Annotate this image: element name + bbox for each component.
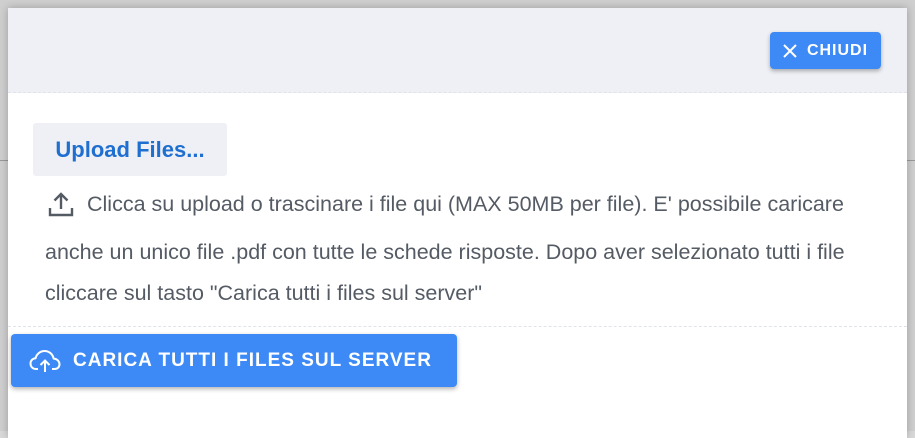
close-icon xyxy=(783,43,797,58)
close-button-label: CHIUDI xyxy=(806,41,869,59)
cloud-upload-icon xyxy=(29,349,61,372)
instructions-text: Clicca su upload o trascinare i file qui… xyxy=(45,192,845,305)
upload-all-label: CARICA TUTTI I FILES SUL SERVER xyxy=(73,349,432,371)
upload-icon xyxy=(47,190,75,232)
upload-dialog: CHIUDI Upload Files... Clicca su upload … xyxy=(8,8,907,438)
close-button[interactable]: CHIUDI xyxy=(770,32,881,69)
upload-all-button[interactable]: CARICA TUTTI I FILES SUL SERVER xyxy=(11,334,457,387)
upload-instructions: Clicca su upload o trascinare i file qui… xyxy=(45,184,865,314)
dialog-header: CHIUDI xyxy=(8,8,907,93)
dialog-body: Upload Files... Clicca su upload o trasc… xyxy=(8,93,907,327)
upload-files-button[interactable]: Upload Files... xyxy=(33,123,227,176)
